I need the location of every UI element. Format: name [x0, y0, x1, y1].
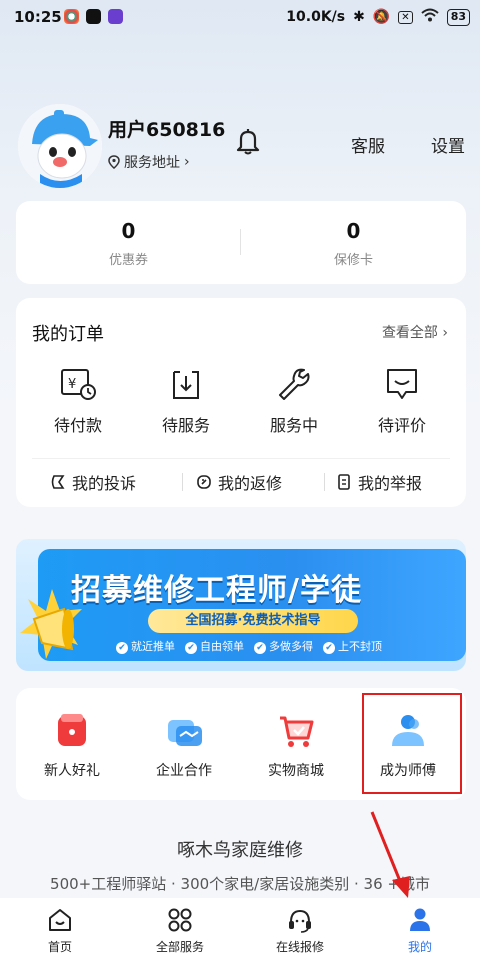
divider — [32, 458, 450, 459]
complaints-label: 我的投诉 — [72, 474, 137, 493]
nav-mine-label: 我的 — [407, 940, 432, 954]
banner-tags: 就近推单 自由领单 多做多得 上不封顶 — [116, 638, 382, 654]
grid-icon — [166, 906, 194, 934]
review-icon — [382, 366, 422, 402]
highlight-box — [362, 693, 462, 794]
pending-service-icon — [166, 366, 206, 402]
wrench-icon — [274, 366, 314, 402]
banner-tag: 自由领单 — [185, 638, 244, 654]
orders-title: 我的订单 — [32, 324, 104, 345]
sim-icon: ✕ — [398, 10, 413, 24]
settings-link[interactable]: 设置 — [431, 132, 465, 157]
order-pending-payment[interactable]: ¥ 待付款 — [22, 366, 134, 436]
shortcut-mall[interactable]: 实物商城 — [240, 710, 352, 780]
recruitment-banner[interactable]: 招募维修工程师/学徒 全国招募·免费技术指导 就近推单 自由领单 多做多得 上不… — [16, 539, 466, 671]
order-in-service[interactable]: 服务中 — [238, 366, 350, 436]
coupon-label: 优惠券 — [108, 253, 148, 268]
warranty-count: 0 — [346, 219, 361, 243]
headset-icon — [286, 906, 314, 934]
banner-tag: 多做多得 — [254, 638, 313, 654]
app-notification-icon — [108, 9, 123, 24]
service-address-link[interactable]: 服务地址 › — [108, 152, 190, 172]
tiktok-icon — [86, 9, 101, 24]
status-indicators: 10.0K/s ✱ 🔕 ✕ 83 — [286, 8, 470, 26]
mall-label: 实物商城 — [268, 763, 324, 779]
view-all-label: 查看全部 — [381, 325, 438, 341]
location-pin-icon — [108, 155, 120, 169]
customer-service-link[interactable]: 客服 — [351, 132, 385, 157]
nav-all-services-label: 全部服务 — [155, 940, 204, 954]
stats-card: 0 优惠券 0 保修卡 — [16, 201, 466, 284]
in-service-label: 服务中 — [269, 416, 318, 435]
shortcut-newcomer-gift[interactable]: 新人好礼 — [16, 710, 128, 780]
nav-online-repair-label: 在线报修 — [275, 940, 324, 954]
handshake-icon — [164, 710, 204, 750]
enterprise-label: 企业合作 — [156, 763, 212, 779]
wifi-icon — [421, 8, 439, 26]
nav-home[interactable]: 首页 — [0, 906, 120, 955]
divider — [324, 473, 325, 491]
my-reports-link[interactable]: 我的举报 — [336, 470, 422, 494]
nav-home-label: 首页 — [47, 940, 72, 954]
rework-icon — [197, 475, 211, 489]
nav-all-services[interactable]: 全部服务 — [120, 906, 240, 955]
profile-icon — [406, 906, 434, 934]
status-time: 10:25 — [14, 8, 62, 26]
pending-review-label: 待评价 — [377, 416, 426, 435]
warranty-label: 保修卡 — [333, 253, 373, 268]
order-pending-review[interactable]: 待评价 — [346, 366, 458, 436]
banner-tag: 上不封顶 — [323, 638, 382, 654]
warranty-stat[interactable]: 0 保修卡 — [241, 219, 466, 268]
chevron-right-icon: › — [184, 154, 190, 170]
status-bar: 10:25 10.0K/s ✱ 🔕 ✕ 83 — [0, 0, 480, 34]
report-icon — [338, 474, 350, 490]
cart-icon — [276, 710, 316, 750]
order-pending-service[interactable]: 待服务 — [130, 366, 242, 436]
pending-service-label: 待服务 — [161, 416, 210, 435]
banner-pill: 全国招募·免费技术指导 — [148, 609, 358, 633]
avatar[interactable] — [18, 104, 102, 188]
svg-text:¥: ¥ — [68, 377, 76, 392]
rework-label: 我的返修 — [218, 474, 283, 493]
shortcut-enterprise[interactable]: 企业合作 — [128, 710, 240, 780]
my-complaints-link[interactable]: 我的投诉 — [50, 470, 136, 494]
bluetooth-icon: ✱ — [353, 9, 365, 25]
mute-icon: 🔕 — [372, 9, 391, 25]
coupon-stat[interactable]: 0 优惠券 — [16, 219, 241, 268]
newcomer-gift-label: 新人好礼 — [44, 763, 100, 779]
complaint-icon — [51, 475, 65, 489]
banner-title: 招募维修工程师/学徒 — [71, 573, 362, 608]
net-speed: 10.0K/s — [286, 9, 346, 25]
gift-icon — [52, 710, 92, 750]
pending-payment-label: 待付款 — [53, 416, 102, 435]
my-rework-link[interactable]: 我的返修 — [196, 470, 282, 494]
bottom-nav: 首页 全部服务 在线报修 我的 — [0, 898, 480, 960]
bell-icon[interactable] — [233, 126, 263, 156]
banner-tag: 就近推单 — [116, 638, 175, 654]
service-address-label: 服务地址 — [124, 155, 180, 171]
app-notification-icon — [64, 9, 79, 24]
divider — [182, 473, 183, 491]
reports-label: 我的举报 — [358, 474, 423, 493]
nav-online-repair[interactable]: 在线报修 — [240, 906, 360, 955]
chevron-right-icon: › — [442, 325, 448, 341]
shortcuts-card: 新人好礼 企业合作 实物商城 成为师傅 — [16, 688, 466, 800]
view-all-orders-link[interactable]: 查看全部 › — [382, 322, 448, 342]
orders-card: 我的订单 查看全部 › ¥ 待付款 待服务 服务中 待评价 我的投诉 我的返修 — [16, 298, 466, 507]
coupon-count: 0 — [121, 219, 136, 243]
home-icon — [46, 906, 74, 934]
username: 用户650816 — [108, 119, 226, 141]
battery-icon: 83 — [446, 8, 470, 26]
red-arrow-annotation — [370, 811, 410, 898]
nav-mine[interactable]: 我的 — [360, 906, 480, 955]
payment-icon: ¥ — [58, 366, 98, 402]
